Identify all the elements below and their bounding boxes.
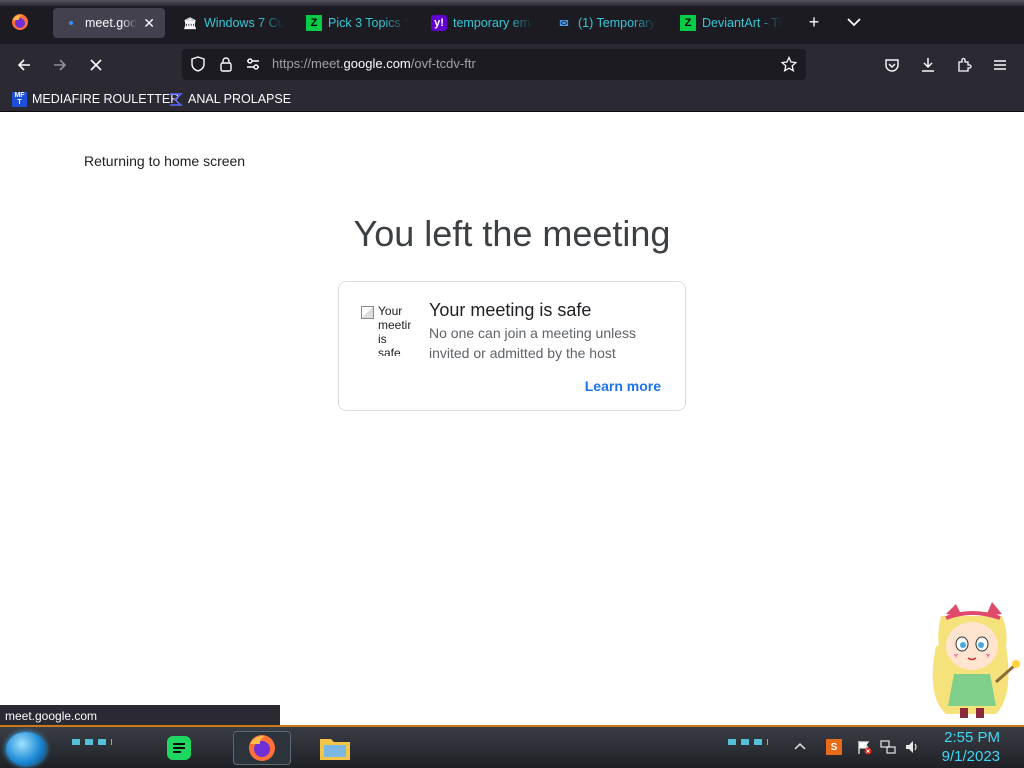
loading-dot-icon [63,15,79,31]
bookmarks-toolbar: MF T MEDIAFIRE ROULETTER ANAL PROLAPSE [0,85,1024,112]
tab-label: Pick 3 Topics Y [328,16,408,30]
back-button[interactable] [11,52,37,78]
tab-temporary-mail[interactable]: ✉ (1) Temporary [546,8,668,38]
broken-image-placeholder [361,306,374,319]
safe-card-body: No one can join a meeting unless invited… [429,325,637,361]
mail-icon: ✉ [559,17,569,30]
museum-icon: 🏛 [183,17,197,30]
taskbar-firefox-button[interactable] [233,731,291,765]
bookmark-mediafire[interactable]: MF T MEDIAFIRE ROULETTER [12,90,179,108]
tab-windows7[interactable]: 🏛 Windows 7 Cur [172,8,294,38]
bookmark-label: ANAL PROLAPSE [188,92,292,106]
url-bar[interactable]: https://meet.google.com/ovf-tcdv-ftr [182,49,806,80]
tracking-shield-icon[interactable] [190,56,206,72]
tab-label: DeviantArt - Th [702,16,782,30]
bookmark-label: MEDIAFIRE ROULETTER [32,92,180,106]
firefox-menu-icon[interactable] [11,13,29,31]
tab-meet[interactable]: meet.google.com ✕ [53,8,165,38]
bookmark-star-icon[interactable] [780,55,798,73]
system-clock[interactable]: 2:55 PM 9/1/2023 [942,728,1000,766]
tray-app-icon[interactable]: S [826,739,842,755]
desktop-mascot-image [916,596,1024,722]
tab-strip-decoration [0,0,1024,6]
learn-more-link[interactable]: Learn more [585,378,661,394]
volume-icon[interactable] [904,739,920,755]
tab-strip: meet.google.com ✕ 🏛 Windows 7 Cur Z Pick… [0,0,1024,44]
tab-label: temporary ema [453,16,533,30]
taskbar-spotify-button[interactable] [160,731,198,765]
yahoo-icon: y! [431,15,447,31]
taskbar-explorer-button[interactable] [316,731,354,765]
status-url-tooltip: meet.google.com [0,705,280,726]
sigma-bookmark-icon [168,92,183,107]
bookmark-prolapse[interactable]: ANAL PROLAPSE [168,90,291,108]
meeting-safe-card: Your meeting is safe Your meeting is saf… [338,281,686,411]
firefox-icon [249,735,275,761]
mediafire-icon: MF T [12,91,27,107]
permissions-icon[interactable] [245,56,261,72]
tab-label: (1) Temporary [578,16,656,30]
tab-deviantart[interactable]: Z DeviantArt - Th [670,8,792,38]
lock-icon[interactable] [218,56,234,72]
forward-button[interactable] [47,52,73,78]
url-path: /ovf-tcdv-ftr [410,56,476,71]
image-alt-text: Your meeting is safe [378,304,411,356]
notes-icon [167,736,191,760]
stop-loading-button[interactable] [83,52,109,78]
folder-icon [320,739,350,760]
new-tab-icon[interactable]: + [804,12,824,32]
taskbar-decoration [728,739,768,745]
navigation-toolbar: https://meet.google.com/ovf-tcdv-ftr [0,44,1024,85]
url-domain: google.com [343,56,411,71]
action-center-flag-icon[interactable] [856,739,872,755]
tab-label: Windows 7 Cur [204,16,284,30]
clock-date: 9/1/2023 [941,748,1000,765]
app-menu-icon[interactable] [987,52,1013,78]
tab-pick3[interactable]: Z Pick 3 Topics Y [296,8,418,38]
pocket-icon[interactable] [879,52,905,78]
downloads-icon[interactable] [915,52,941,78]
page-title: You left the meeting [353,213,671,254]
start-orb-button[interactable] [6,732,46,766]
close-tab-icon[interactable]: ✕ [143,15,155,32]
taskbar: S 2:55 PM 9/1/2023 [0,725,1024,768]
taskbar-decoration [72,739,112,745]
list-tabs-chevron-icon[interactable] [844,12,864,32]
returning-text: Returning to home screen [84,153,246,169]
tab-temporary-email[interactable]: y! temporary ema [421,8,543,38]
tab-label: meet.google.com [85,16,138,30]
deviantart-icon: Z [306,15,322,31]
show-hidden-icons-icon[interactable] [792,739,808,755]
url-prefix: https://meet. [272,56,344,71]
deviantart-icon: Z [680,15,696,31]
safe-card-heading: Your meeting is safe [429,300,592,320]
broken-image-icon: Your meeting is safe [361,304,411,356]
extensions-icon[interactable] [951,52,977,78]
clock-time: 2:55 PM [944,729,1000,746]
url-text[interactable]: https://meet.google.com/ovf-tcdv-ftr [272,56,476,71]
network-icon[interactable] [880,739,896,755]
page-content: Returning to home screen You left the me… [0,113,1024,725]
